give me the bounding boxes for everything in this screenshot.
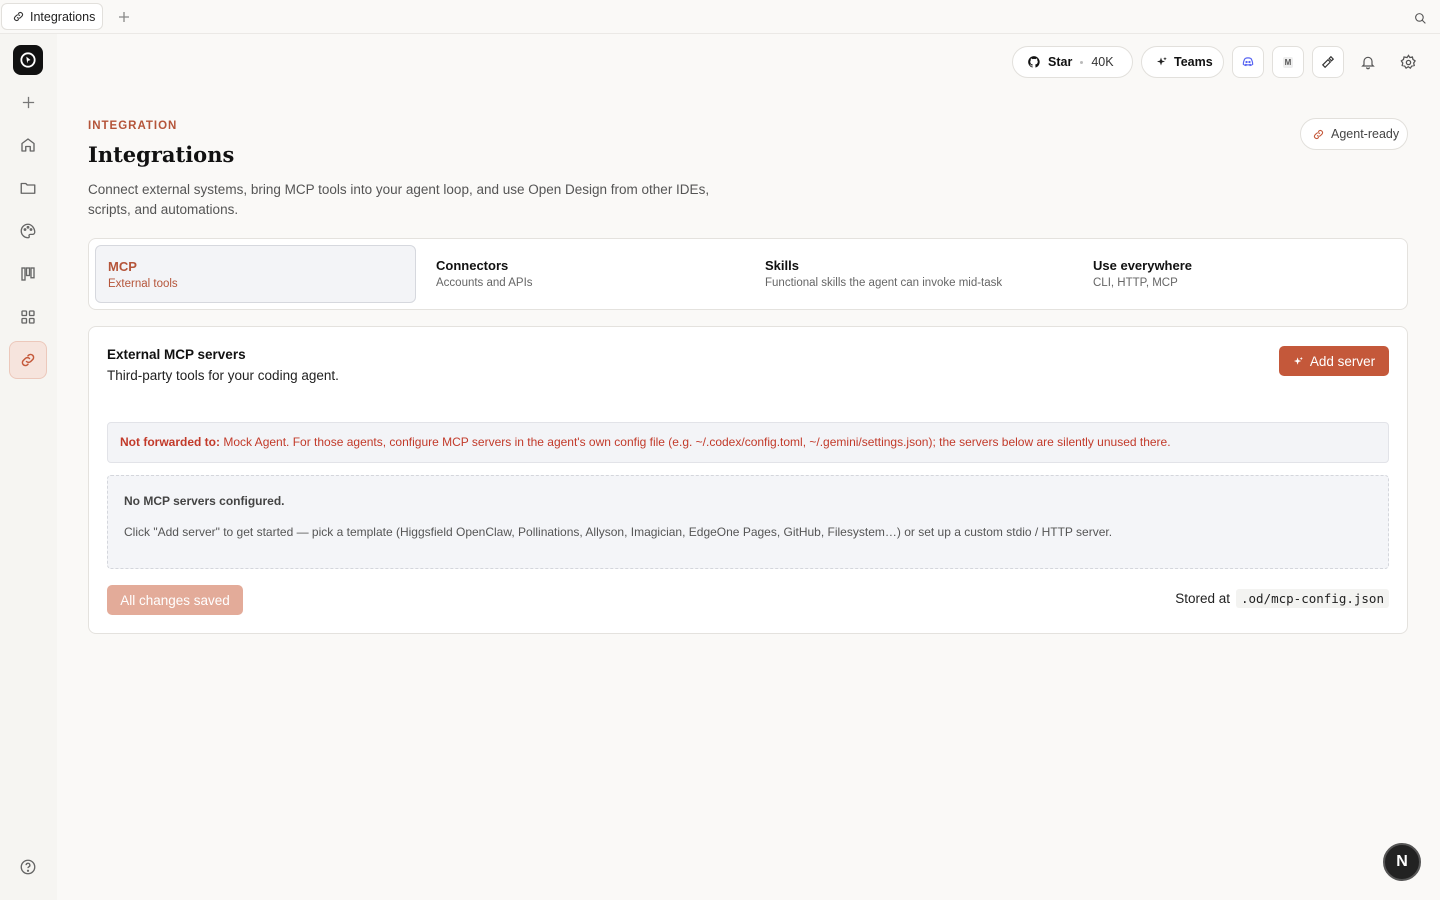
agent-ready-badge: Agent-ready: [1300, 118, 1408, 150]
settings-button[interactable]: [1398, 52, 1418, 72]
assistant-button[interactable]: N: [1383, 843, 1421, 881]
palette-icon: [20, 223, 36, 239]
assistant-label: N: [1396, 853, 1408, 870]
hammer-icon: [1321, 55, 1335, 69]
plus-icon: [22, 96, 34, 108]
agent-ready-label: Agent-ready: [1331, 127, 1400, 141]
sparkle-icon: [1157, 57, 1167, 66]
card-subtitle: Third-party tools for your coding agent.: [107, 368, 339, 383]
save-button[interactable]: All changes saved: [107, 585, 243, 615]
tools-button[interactable]: [1312, 46, 1344, 78]
tab-title: Use everywhere: [1093, 258, 1193, 273]
star-count: 40K: [1091, 55, 1114, 69]
mcp-servers-card: External MCP servers Third-party tools f…: [88, 326, 1408, 634]
warning-text: Mock Agent. For those agents, configure …: [223, 435, 1171, 449]
help-icon: [20, 859, 36, 875]
status-button[interactable]: M: [1272, 46, 1304, 78]
home-icon: [21, 138, 35, 152]
new-button[interactable]: [9, 83, 47, 121]
github-icon: [1028, 56, 1040, 68]
discord-icon: [1242, 57, 1254, 67]
help-button[interactable]: [9, 848, 47, 886]
add-server-label: Add server: [1309, 353, 1376, 369]
stored-path: Stored at .od/mcp-config.json: [1175, 589, 1389, 608]
tab-connectors[interactable]: Connectors Accounts and APIs: [424, 245, 745, 303]
app-logo[interactable]: [13, 45, 43, 75]
tab-title: Skills: [765, 258, 799, 273]
logo-icon: [20, 52, 36, 68]
github-star-button[interactable]: Star 40K: [1012, 46, 1133, 78]
tab-subtitle: External tools: [108, 278, 178, 290]
page-eyebrow: INTEGRATION: [88, 120, 178, 132]
empty-description: Click "Add server" to get started — pick…: [124, 525, 1113, 539]
tab-integrations[interactable]: Integrations: [1, 3, 103, 30]
folder-icon: [20, 182, 36, 194]
search-button[interactable]: [1411, 9, 1429, 27]
browser-tab-bar: Integrations: [0, 0, 1440, 34]
tab-subtitle: CLI, HTTP, MCP: [1093, 277, 1178, 289]
forwarding-warning: Not forwarded to: Mock Agent. For those …: [107, 422, 1389, 463]
new-tab-button[interactable]: [114, 7, 134, 27]
warning-label: Not forwarded to:: [120, 435, 220, 449]
empty-state: No MCP servers configured. Click "Add se…: [107, 475, 1389, 569]
sidebar-item-projects[interactable]: [9, 169, 47, 207]
sidebar-item-integrations[interactable]: [9, 341, 47, 379]
empty-title: No MCP servers configured.: [124, 494, 285, 508]
grid-icon: [21, 310, 35, 324]
link-icon: [1313, 129, 1324, 139]
tab-label: Integrations: [30, 9, 96, 24]
page-description: Connect external systems, bring MCP tool…: [88, 182, 710, 217]
tab-use-everywhere[interactable]: Use everywhere CLI, HTTP, MCP: [1081, 245, 1402, 303]
page-title: Integrations: [88, 142, 235, 167]
bell-icon: [1361, 56, 1375, 70]
tab-title: Connectors: [436, 258, 509, 273]
search-icon: [1414, 12, 1426, 24]
tab-title: MCP: [108, 259, 137, 274]
teams-button[interactable]: Teams: [1141, 46, 1224, 78]
card-title: External MCP servers: [107, 347, 246, 362]
link-icon: [21, 353, 35, 367]
notifications-button[interactable]: [1358, 52, 1378, 72]
tab-subtitle: Functional skills the agent can invoke m…: [765, 277, 1003, 289]
sidebar-item-home[interactable]: [9, 126, 47, 164]
integration-tabs: MCP External tools Connectors Accounts a…: [88, 238, 1408, 310]
sidebar: [0, 34, 57, 900]
sidebar-item-board[interactable]: [9, 255, 47, 293]
tab-subtitle: Accounts and APIs: [436, 277, 533, 289]
link-icon: [13, 11, 24, 22]
add-server-button[interactable]: Add server: [1279, 346, 1389, 376]
stored-label: Stored at: [1175, 591, 1230, 606]
teams-label: Teams: [1174, 55, 1213, 69]
kanban-icon: [21, 267, 35, 281]
tab-mcp[interactable]: MCP External tools: [95, 245, 416, 303]
status-icon: M: [1282, 56, 1294, 68]
sidebar-item-apps[interactable]: [9, 298, 47, 336]
tab-skills[interactable]: Skills Functional skills the agent can i…: [753, 245, 1074, 303]
star-label: Star: [1048, 55, 1073, 69]
gear-icon: [1399, 53, 1416, 69]
plus-icon: [119, 12, 129, 22]
config-path: .od/mcp-config.json: [1236, 589, 1389, 608]
sparkle-icon: [1293, 356, 1303, 365]
discord-button[interactable]: [1232, 46, 1264, 78]
separator-dot: [1080, 60, 1084, 64]
sidebar-item-design[interactable]: [9, 212, 47, 250]
